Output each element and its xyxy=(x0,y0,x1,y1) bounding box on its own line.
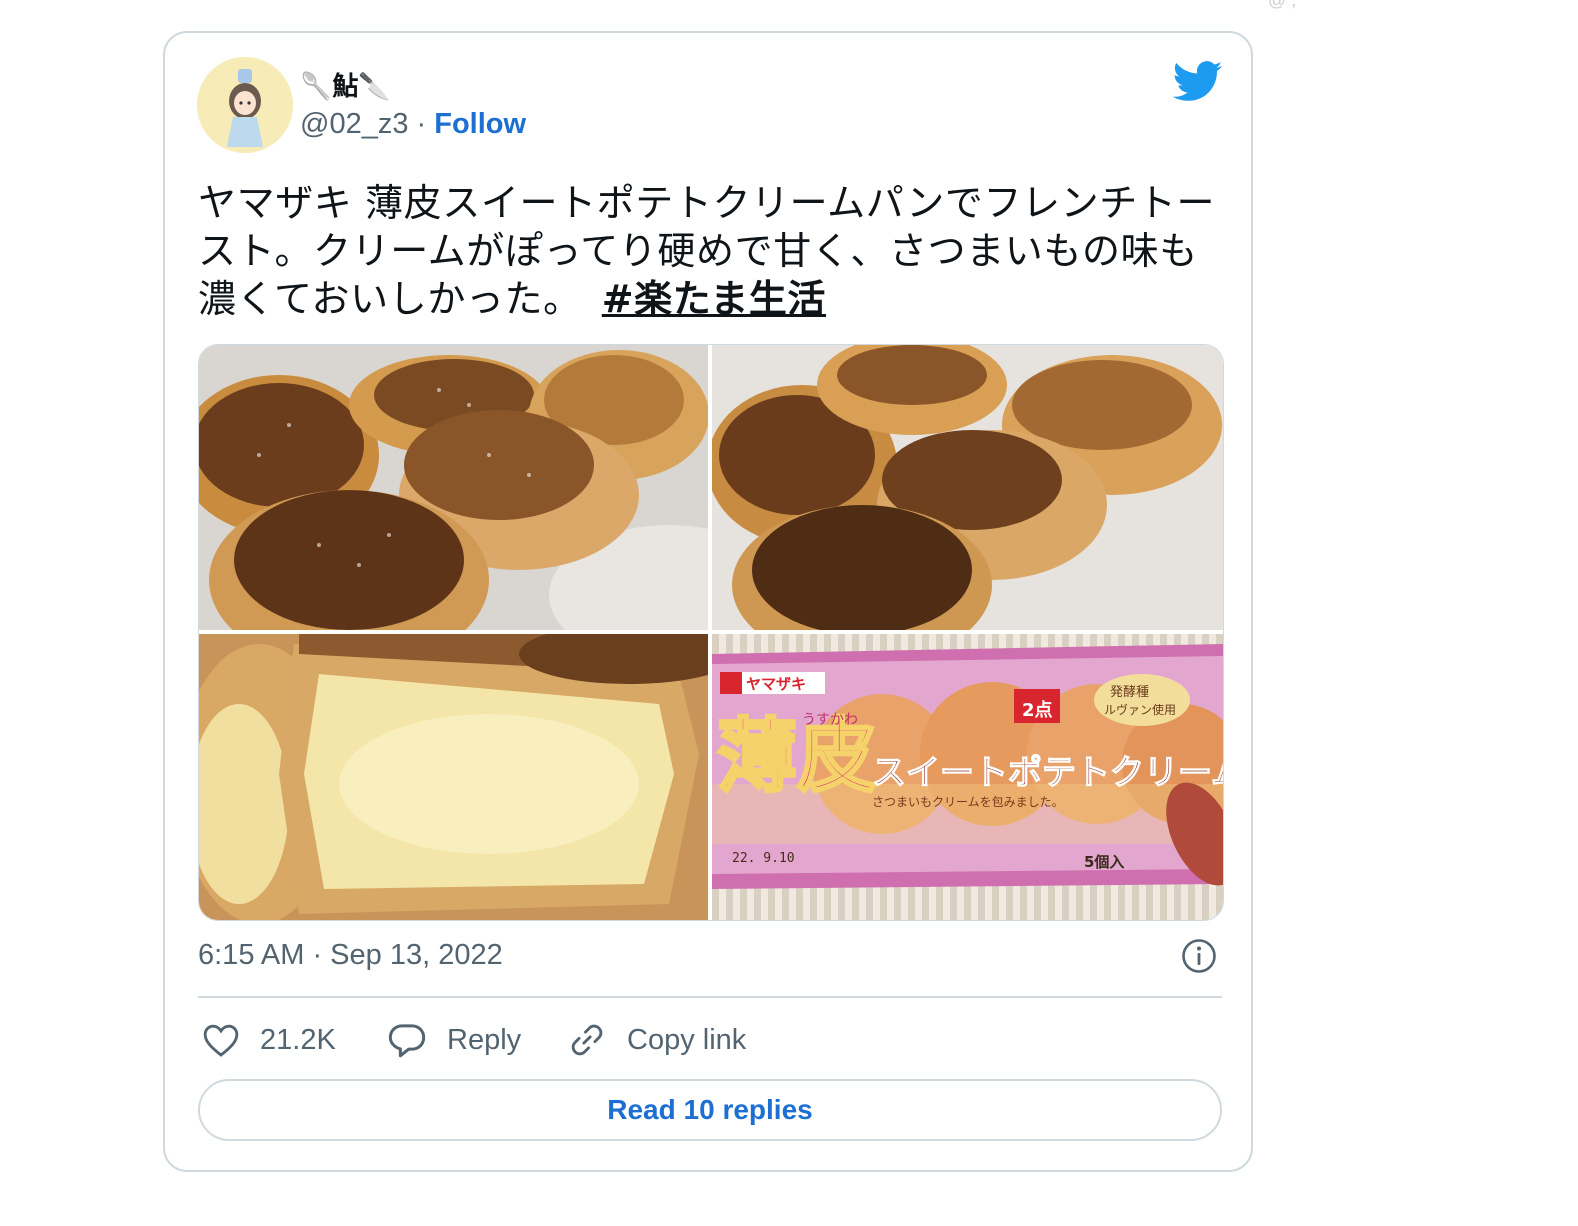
package-brand: ヤマザキ xyxy=(746,675,806,693)
reply-label: Reply xyxy=(447,1023,522,1056)
package-points: 2点 xyxy=(1022,699,1053,721)
package-levain: ルヴァン使用 xyxy=(1104,702,1176,717)
author-avatar[interactable] xyxy=(197,57,293,153)
author-handle[interactable]: @02_z3 xyxy=(300,108,408,140)
media-photo-4-package[interactable]: ヤマザキ 薄皮 うすかわ スイートポテトクリームパン さつまいもクリームを包みま… xyxy=(712,634,1223,920)
package-date: 22. 9.10 xyxy=(732,851,795,866)
package-tagline: さつまいもクリームを包みました。 xyxy=(872,795,1064,809)
tweet-text: ヤマザキ 薄皮スイートポテトクリームパンでフレンチトースト。クリームがぽってり硬… xyxy=(198,179,1228,323)
reply-action[interactable]: Reply xyxy=(387,1018,521,1062)
divider xyxy=(198,996,1222,998)
package-yeast: 発酵種 xyxy=(1110,684,1149,700)
twitter-bird-icon[interactable] xyxy=(1173,61,1223,103)
heart-icon xyxy=(203,1024,239,1057)
info-icon[interactable] xyxy=(1181,938,1217,974)
link-icon xyxy=(571,1024,603,1056)
tweet-timestamp[interactable]: 6:15 AM · Sep 13, 2022 xyxy=(198,939,503,972)
media-photo-1[interactable] xyxy=(199,345,708,630)
copy-link-action[interactable]: Copy link xyxy=(567,1018,746,1062)
package-count: 5個入 xyxy=(1084,853,1124,871)
copy-link-label: Copy link xyxy=(627,1023,747,1056)
author-display-name[interactable]: 🥄鮎🔪 xyxy=(300,66,391,103)
reply-bubble-icon xyxy=(388,1024,426,1058)
embedded-tweet-card: 🥄鮎🔪 @02_z3 · Follow ヤマザキ 薄皮スイートポテトクリームパン… xyxy=(163,31,1253,1172)
package-ruby: うすかわ xyxy=(802,712,858,728)
media-photo-2[interactable] xyxy=(712,345,1223,630)
media-grid: ヤマザキ 薄皮 うすかわ スイートポテトクリームパン さつまいもクリームを包みま… xyxy=(198,344,1224,921)
like-count: 21.2K xyxy=(260,1023,336,1056)
like-action[interactable]: 21.2K xyxy=(202,1018,336,1062)
media-photo-3[interactable] xyxy=(199,634,708,920)
read-replies-button[interactable]: Read 10 replies xyxy=(198,1079,1222,1141)
follow-button[interactable]: Follow xyxy=(434,108,526,140)
author-handle-row: @02_z3 · Follow xyxy=(300,108,526,141)
handle-separator: · xyxy=(416,108,427,140)
package-product-name: スイートポテトクリームパン xyxy=(872,753,1223,793)
corner-fragment: @ , xyxy=(1268,0,1297,10)
hashtag-link[interactable]: #楽たま生活 xyxy=(602,277,826,321)
